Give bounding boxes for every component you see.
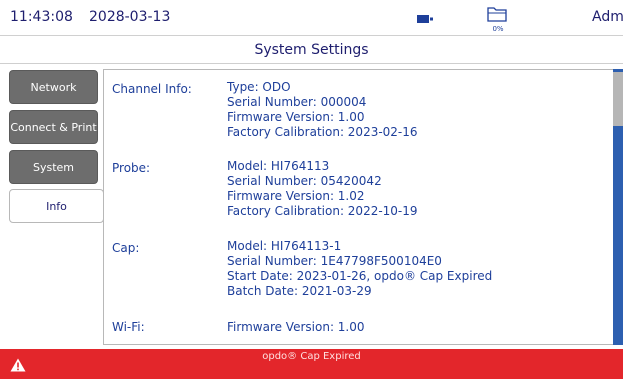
probe-label: Probe: — [112, 161, 151, 175]
cap-batch-date: Batch Date: 2021-03-29 — [227, 284, 372, 298]
clock-time: 11:43:08 — [10, 9, 73, 25]
folder-icon[interactable] — [487, 6, 507, 22]
wifi-firmware: Firmware Version: 1.00 — [227, 320, 365, 334]
tab-system[interactable]: System — [9, 150, 98, 184]
probe-calibration: Factory Calibration: 2022-10-19 — [227, 204, 418, 218]
probe-firmware: Firmware Version: 1.02 — [227, 189, 365, 203]
channel-serial: Serial Number: 000004 — [227, 95, 367, 109]
channel-calibration: Factory Calibration: 2023-02-16 — [227, 125, 418, 139]
user-name[interactable]: Admir — [592, 9, 623, 25]
cap-serial: Serial Number: 1E47798F500104E0 — [227, 254, 442, 268]
clock-date: 2028-03-13 — [89, 9, 171, 25]
battery-icon — [417, 15, 433, 23]
device-screen: 11:43:08 2028-03-13 0% Admir System Sett… — [0, 0, 623, 379]
cap-label: Cap: — [112, 241, 140, 255]
probe-serial: Serial Number: 05420042 — [227, 174, 382, 188]
tab-connect-print[interactable]: Connect & Print — [9, 110, 98, 144]
cap-model: Model: HI764113-1 — [227, 239, 342, 253]
cap-start-date: Start Date: 2023-01-26, opdo® Cap Expire… — [227, 269, 493, 283]
channel-info-label: Channel Info: — [112, 82, 192, 96]
tab-info[interactable]: Info — [9, 189, 104, 223]
channel-type: Type: ODO — [227, 80, 291, 94]
status-bar: 11:43:08 2028-03-13 0% Admir — [0, 0, 623, 36]
page-title: System Settings — [0, 37, 623, 63]
info-panel: Channel Info: Type: ODO Serial Number: 0… — [103, 69, 615, 345]
probe-model: Model: HI764113 — [227, 159, 330, 173]
channel-firmware: Firmware Version: 1.00 — [227, 110, 365, 124]
sidebar-nav: Network Connect & Print System Info — [0, 64, 104, 349]
scrollbar-thumb[interactable] — [613, 72, 623, 126]
storage-percent: 0% — [492, 25, 504, 33]
alarm-message: opdo® Cap Expired — [262, 351, 361, 362]
tab-network[interactable]: Network — [9, 70, 98, 104]
wifi-label: Wi-Fi: — [112, 320, 145, 334]
